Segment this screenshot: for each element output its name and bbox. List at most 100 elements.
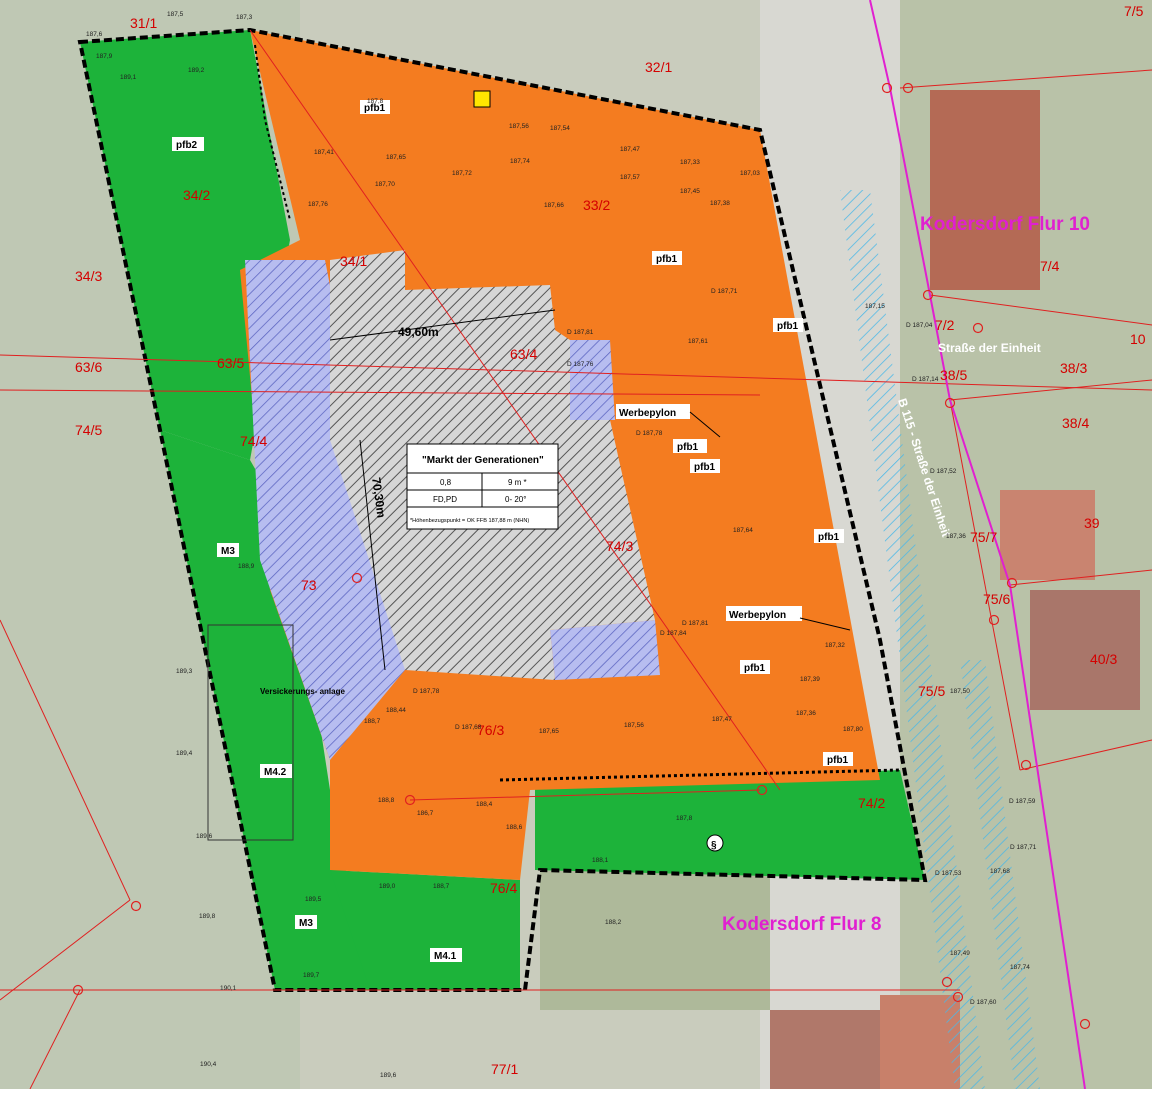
elevation-value: 187,56	[509, 123, 529, 130]
zone-pfb1-h: pfb1	[827, 755, 849, 766]
elevation-value: 187,9	[96, 53, 113, 60]
elevation-value: 187,74	[1010, 964, 1030, 971]
versickerung-label: Versickerungs- anlage	[260, 687, 345, 696]
elevation-value: 187,70	[375, 181, 395, 188]
elevation-value: 189,5	[305, 896, 322, 903]
elevation-value: 187,66	[544, 202, 564, 209]
elevation-value: 188,8	[378, 797, 395, 804]
elevation-value: 187,39	[800, 676, 820, 683]
elevation-value: 187,68	[990, 868, 1010, 875]
zone-m4-2: M4.2	[264, 767, 287, 778]
parcel-40-3: 40/3	[1090, 651, 1117, 667]
zone-m3-b: M3	[299, 918, 313, 929]
elevation-value: 186,7	[417, 810, 434, 817]
map-canvas: 31/1 32/1 34/2 33/2 34/3 34/1 63/6 63/5 …	[0, 0, 1152, 1090]
parcel-76-4: 76/4	[490, 880, 517, 896]
elevation-value: 189,8	[199, 913, 216, 920]
parcel-10: 10	[1130, 331, 1146, 347]
elevation-value: 189,4	[176, 750, 193, 757]
elevation-value: 187,36	[946, 533, 966, 540]
house-roof-4	[770, 1010, 880, 1089]
elevation-value: D 187,76	[567, 361, 594, 368]
elevation-value: 189,7	[303, 972, 320, 979]
zone-pfb2: pfb2	[176, 140, 198, 151]
parcel-74-5: 74/5	[75, 422, 102, 438]
parcel-39: 39	[1084, 515, 1100, 531]
width-dimension-label: 49,60m	[398, 325, 439, 339]
elevation-value: D 187,53	[935, 870, 962, 877]
parcel-75-5: 75/5	[918, 683, 945, 699]
site-plan-map: 31/1 32/1 34/2 33/2 34/3 34/1 63/6 63/5 …	[0, 0, 1152, 1090]
elevation-value: D 187,84	[660, 630, 687, 637]
elevation-value: 188,6	[506, 824, 523, 831]
parcel-38-4: 38/4	[1062, 415, 1089, 431]
elevation-value: 187,6	[86, 31, 103, 38]
parcel-7-5: 7/5	[1124, 3, 1144, 19]
flur-10-label: Kodersdorf Flur 10	[920, 214, 1090, 235]
blue-hatch-south	[550, 620, 660, 680]
elevation-value: 187,15	[865, 303, 885, 310]
elevation-value: 187,64	[733, 527, 753, 534]
parcel-31-1: 31/1	[130, 15, 157, 31]
zone-pfb1-d: pfb1	[677, 442, 699, 453]
parcel-7-2: 7/2	[935, 317, 955, 333]
elevation-value: 189,3	[176, 668, 193, 675]
elevation-value: 188,1	[592, 857, 609, 864]
paragraph-symbol: §	[711, 840, 717, 851]
elevation-value: 188,7	[433, 883, 450, 890]
elevation-value: 187,56	[624, 722, 644, 729]
elevation-value: 187,50	[950, 688, 970, 695]
house-roof-2	[1000, 490, 1095, 580]
elevation-value: 188,44	[386, 707, 406, 714]
elevation-value: 189,1	[120, 74, 137, 81]
elevation-value: 187,8	[676, 815, 693, 822]
zone-pfb1-c: pfb1	[777, 321, 799, 332]
zone-pfb1-b: pfb1	[656, 254, 678, 265]
parcel-63-4: 63/4	[510, 346, 537, 362]
parcel-38-5: 38/5	[940, 367, 967, 383]
zone-pfb1-f: pfb1	[818, 532, 840, 543]
elevation-value: 187,65	[386, 154, 406, 161]
elevation-value: 188,2	[605, 919, 622, 926]
house-roof-1	[930, 90, 1040, 290]
elevation-value: 187,3	[236, 14, 253, 21]
werbepylon-label-2: Werbepylon	[729, 610, 786, 621]
zone-pfb1-g: pfb1	[744, 663, 766, 674]
elevation-value: 189,0	[379, 883, 396, 890]
elevation-value: 188,7	[364, 718, 381, 725]
elevation-value: 187,49	[950, 950, 970, 957]
elevation-value: D 187,60	[970, 999, 997, 1006]
elevation-value: 187,8	[367, 98, 384, 105]
elevation-value: 187,33	[680, 159, 700, 166]
parcel-77-1: 77/1	[491, 1061, 518, 1077]
elevation-value: D 187,14	[912, 376, 939, 383]
legend-box: "Markt der Generationen" 0,8 9 m * FD,PD…	[406, 443, 559, 530]
elevation-value: 187,45	[680, 188, 700, 195]
parcel-34-2: 34/2	[183, 187, 210, 203]
parcel-34-3: 34/3	[75, 268, 102, 284]
elevation-value: D 187,71	[1010, 844, 1037, 851]
elevation-value: D 187,71	[711, 288, 738, 295]
elevation-value: 189,2	[188, 67, 205, 74]
parcel-32-1: 32/1	[645, 59, 672, 75]
elevation-value: 187,03	[740, 170, 760, 177]
elevation-value: 189,6	[380, 1072, 397, 1079]
parcel-38-3: 38/3	[1060, 360, 1087, 376]
legend-r2-left: FD,PD	[433, 495, 457, 504]
elevation-value: 187,76	[308, 201, 328, 208]
elevation-value: 190,1	[220, 985, 237, 992]
parcel-73: 73	[301, 577, 317, 593]
blue-hatch-east	[565, 340, 615, 420]
elevation-value: 187,38	[710, 200, 730, 207]
zone-pfb1-e: pfb1	[694, 462, 716, 473]
parcel-34-1: 34/1	[340, 253, 367, 269]
parcel-33-2: 33/2	[583, 197, 610, 213]
elevation-value: D 187,52	[930, 468, 957, 475]
elevation-value: 189,6	[196, 833, 213, 840]
elevation-value: 187,54	[550, 125, 570, 132]
parcel-63-5: 63/5	[217, 355, 244, 371]
werbepylon-label-1: Werbepylon	[619, 408, 676, 419]
elevation-value: D 187,78	[636, 430, 663, 437]
elevation-value: 187,47	[712, 716, 732, 723]
elevation-value: 187,61	[688, 338, 708, 345]
